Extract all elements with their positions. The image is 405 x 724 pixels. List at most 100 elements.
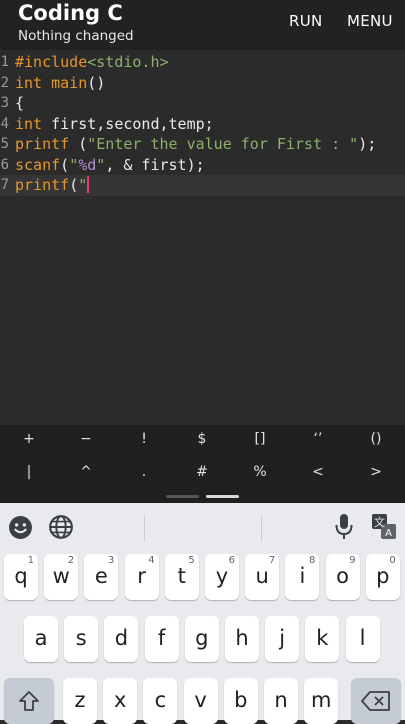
code-token: ()	[87, 73, 106, 92]
key-w[interactable]: w2	[44, 554, 79, 600]
shift-icon	[19, 691, 39, 711]
toolbar-divider	[261, 516, 262, 542]
backspace-key[interactable]	[351, 678, 401, 724]
page-indicator-inactive	[166, 495, 199, 498]
key-number-hint: 3	[108, 555, 115, 566]
line-number: 4	[0, 115, 9, 132]
code-line[interactable]: 2 int main()	[0, 73, 405, 94]
code-token: %d	[78, 155, 97, 174]
key-n[interactable]: n	[264, 678, 298, 724]
key-number-hint: 8	[309, 555, 316, 566]
key-number-hint: 7	[268, 555, 276, 566]
code-token: printf	[15, 176, 70, 194]
key-a[interactable]: a	[24, 616, 58, 662]
key-h[interactable]: h	[225, 616, 259, 662]
key-o[interactable]: o9	[325, 554, 360, 600]
backspace-icon	[361, 691, 390, 711]
symbol-key[interactable]: $	[177, 431, 227, 447]
symbol-key[interactable]: ^	[61, 464, 111, 480]
code-line[interactable]: 1 #include<stdio.h>	[0, 52, 405, 73]
code-token: , & first);	[105, 155, 205, 174]
key-t[interactable]: t5	[164, 554, 199, 600]
key-k[interactable]: k	[305, 616, 340, 662]
key-number-hint: 2	[67, 555, 75, 566]
key-r[interactable]: r4	[124, 554, 159, 600]
code-line[interactable]: 6 scanf("%d", & first);	[0, 155, 405, 176]
key-label: z	[74, 688, 86, 712]
code-token: "Enter the value for First : "	[87, 135, 359, 153]
symbol-key[interactable]: []	[235, 431, 285, 447]
app-title: Coding C	[18, 1, 123, 25]
key-g[interactable]: g	[184, 616, 219, 662]
key-number-hint: 1	[27, 555, 34, 566]
shift-key[interactable]	[4, 678, 54, 724]
key-p[interactable]: p0	[365, 554, 400, 600]
key-x[interactable]: x	[103, 678, 138, 724]
code-line[interactable]: 5 printf ("Enter the value for First : ")…	[0, 134, 405, 155]
globe-icon[interactable]	[48, 514, 74, 544]
menu-button[interactable]: MENU	[347, 12, 393, 30]
key-q[interactable]: q1	[4, 554, 38, 600]
symbol-key[interactable]: >	[351, 464, 401, 480]
key-label: o	[336, 564, 350, 588]
key-i[interactable]: i8	[285, 554, 320, 600]
code-line[interactable]: 4 int first,second,temp;	[0, 114, 405, 135]
key-label: p	[376, 564, 390, 588]
key-b[interactable]: b	[223, 678, 258, 724]
symbol-key[interactable]: !	[119, 431, 169, 447]
emoji-icon[interactable]	[8, 515, 33, 544]
symbol-key[interactable]: ‘’	[293, 431, 343, 447]
key-label: c	[154, 688, 167, 712]
code-text: scanf("%d", & first);	[15, 155, 205, 176]
code-text: #include<stdio.h>	[15, 52, 169, 73]
code-line[interactable]: 3{	[0, 93, 405, 114]
symbol-key[interactable]: <	[293, 464, 343, 480]
key-j[interactable]: j	[265, 616, 300, 662]
key-label: q	[14, 564, 28, 588]
code-token: scanf	[15, 155, 61, 174]
key-e[interactable]: e3	[84, 554, 119, 600]
key-m[interactable]: m	[304, 678, 339, 724]
line-number: 6	[0, 156, 9, 173]
code-token: int	[15, 114, 43, 133]
code-line[interactable]: 7 printf("	[0, 175, 405, 196]
key-label: w	[52, 564, 70, 588]
key-number-hint: 9	[349, 555, 356, 566]
key-label: r	[137, 564, 146, 588]
symbol-key[interactable]: ()	[351, 431, 401, 447]
code-token: first,second,temp;	[42, 114, 214, 133]
key-s[interactable]: s	[64, 616, 99, 662]
key-c[interactable]: c	[143, 678, 178, 724]
code-editor[interactable]: 1 #include<stdio.h> 2 int main() 3{4 int firs…	[0, 50, 405, 425]
symbol-key[interactable]: |	[4, 464, 54, 480]
code-token: int	[15, 73, 43, 92]
code-token: "	[96, 155, 106, 174]
key-label: f	[157, 626, 166, 650]
translate-icon[interactable]: 文A	[371, 513, 397, 545]
code-text: {	[15, 93, 24, 114]
svg-text:A: A	[385, 528, 392, 539]
key-number-hint: 6	[228, 555, 235, 566]
symbol-key[interactable]: #	[177, 464, 227, 480]
key-v[interactable]: v	[183, 678, 218, 724]
microphone-icon[interactable]	[334, 513, 354, 545]
key-u[interactable]: u7	[245, 554, 280, 600]
line-number: 7	[0, 177, 9, 193]
key-l[interactable]: l	[345, 616, 380, 662]
soft-keyboard: 文A q1w2e3r4t5y6u7i8o9p0asdfghjklzxcvbnm	[0, 503, 405, 724]
key-label: d	[114, 626, 129, 650]
key-d[interactable]: d	[104, 616, 139, 662]
page-indicator-active	[206, 495, 239, 498]
key-f[interactable]: f	[144, 616, 179, 662]
symbol-key[interactable]: −	[61, 431, 111, 447]
symbol-key[interactable]: +	[4, 431, 54, 447]
symbol-key[interactable]: .	[119, 464, 169, 480]
key-label: m	[310, 688, 332, 712]
key-label: u	[255, 564, 269, 588]
code-token: (	[69, 176, 79, 194]
key-y[interactable]: y6	[205, 554, 239, 600]
symbol-key[interactable]: %	[235, 464, 285, 480]
run-button[interactable]: RUN	[289, 12, 323, 30]
key-z[interactable]: z	[63, 678, 97, 724]
code-text: printf ("Enter the value for First : ");	[15, 134, 376, 155]
